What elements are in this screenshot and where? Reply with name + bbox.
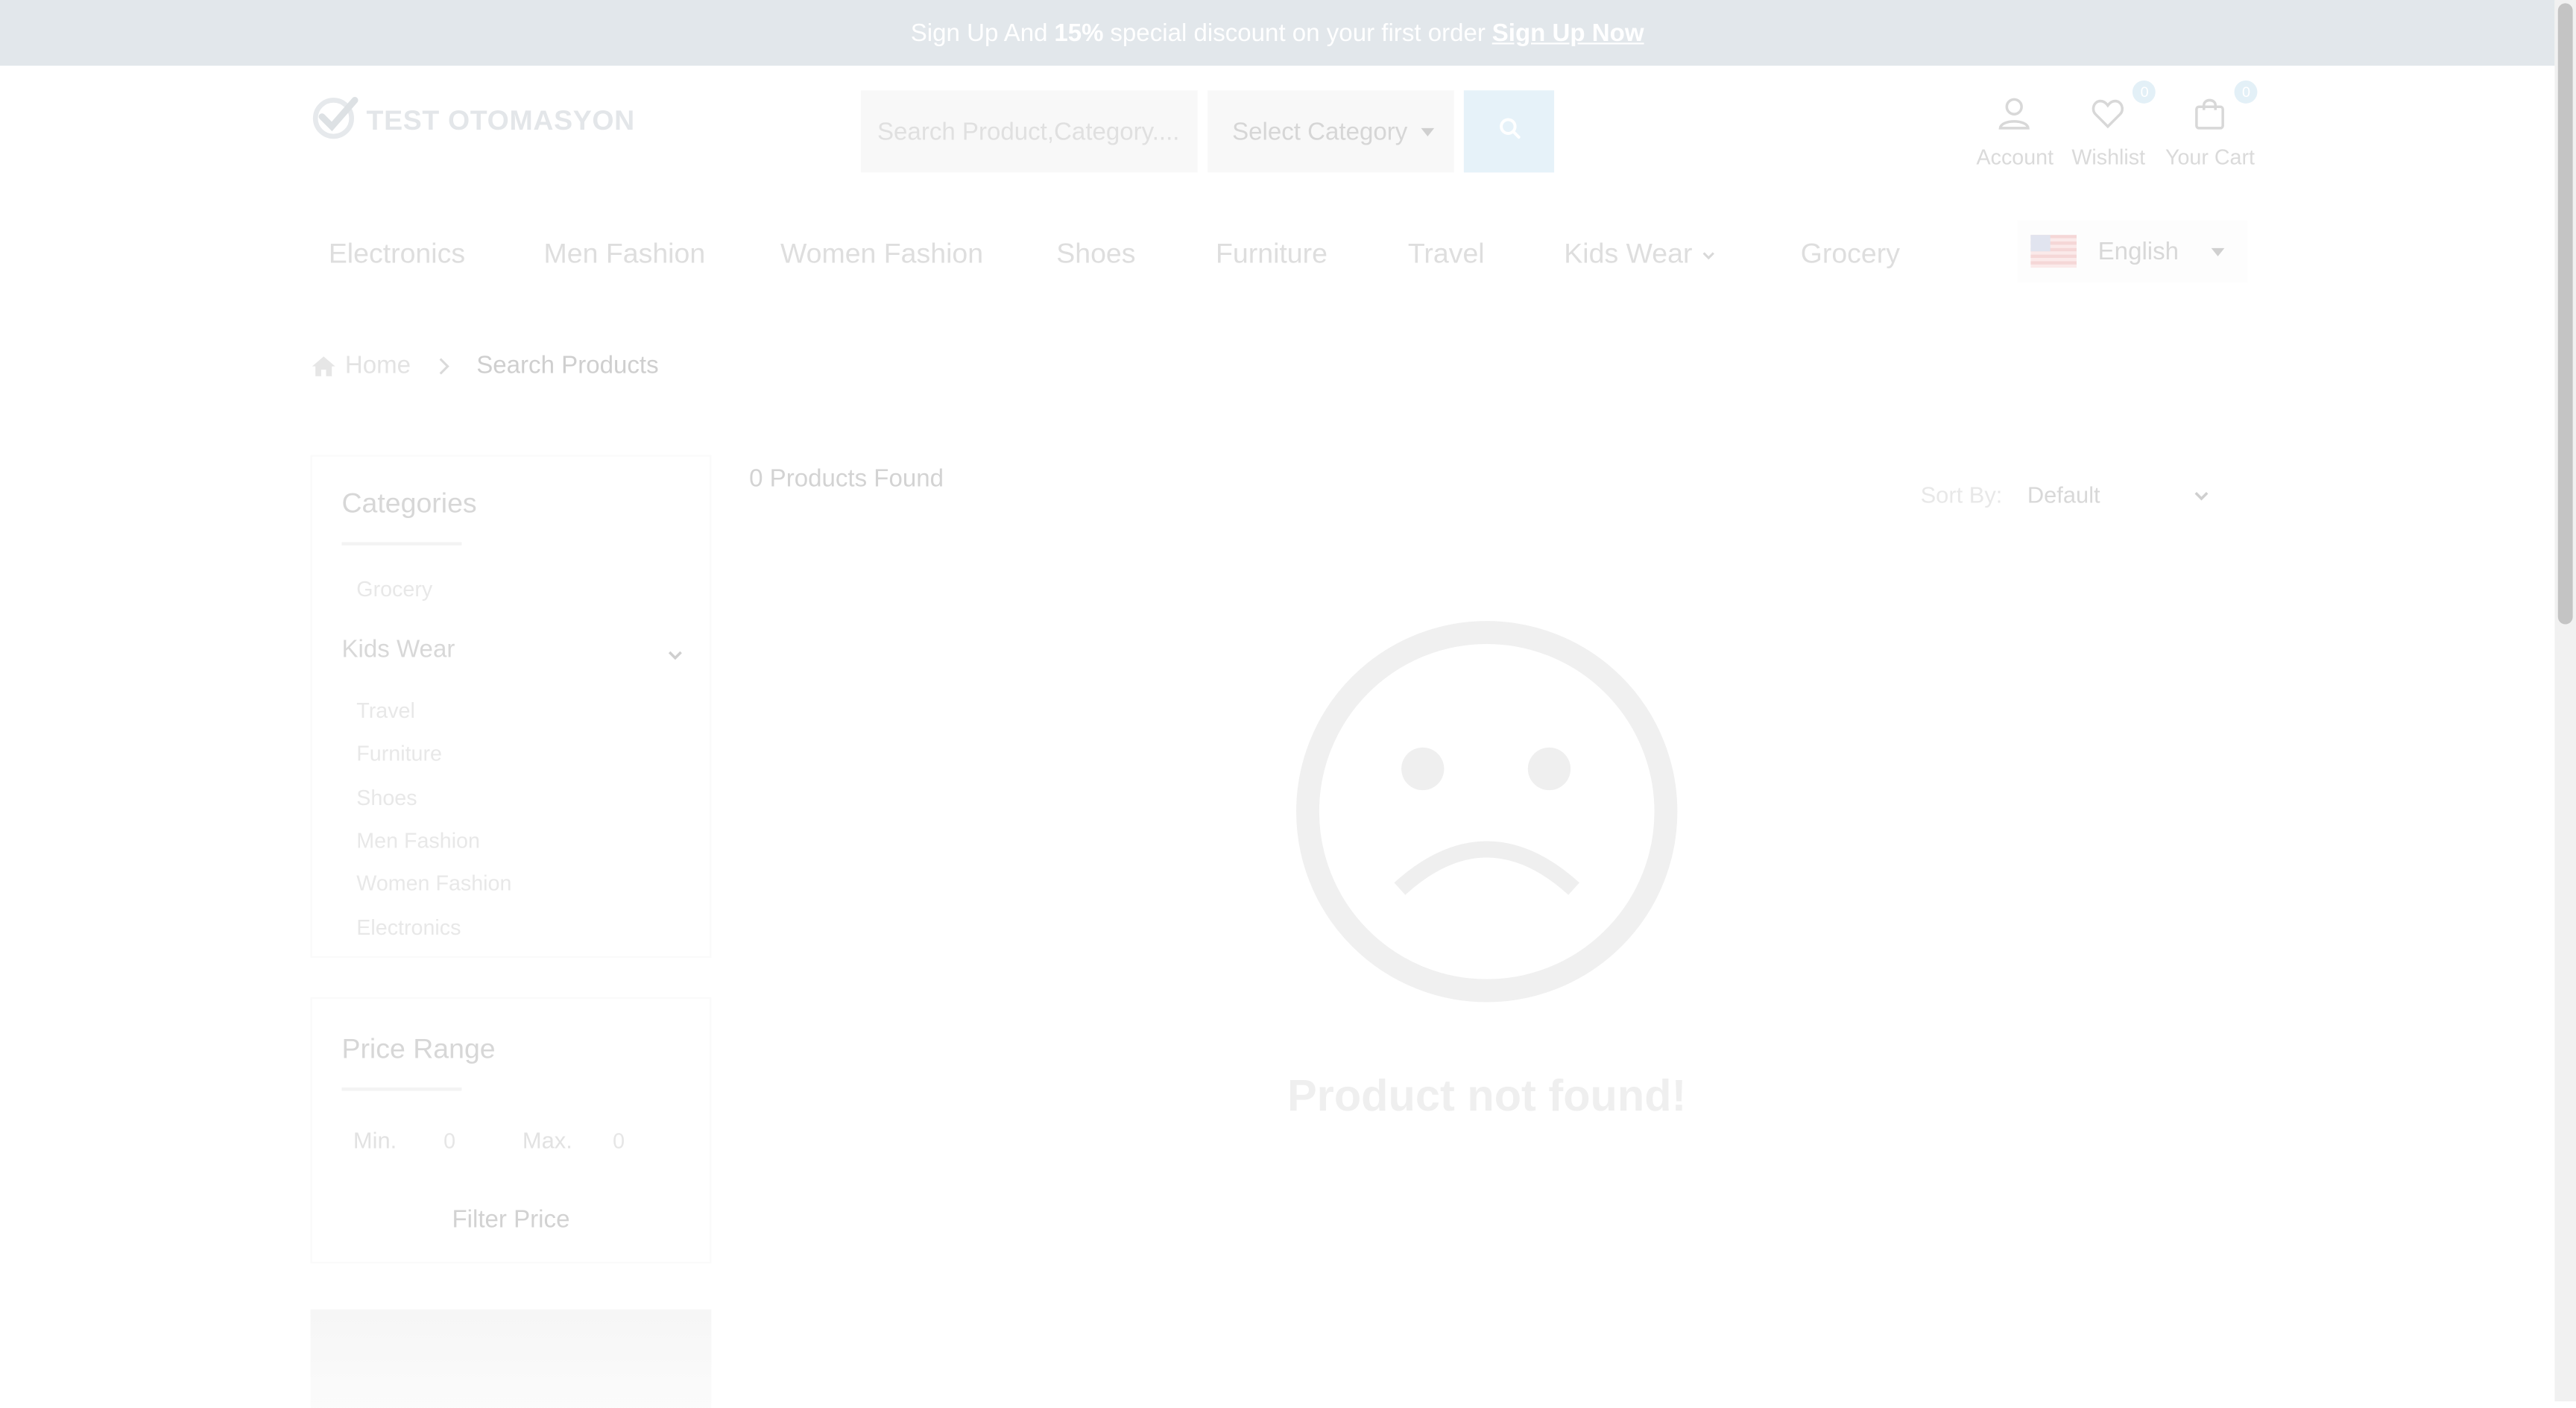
sort-select-value: Default <box>2027 481 2100 508</box>
min-label: Min. <box>353 1127 397 1154</box>
max-label: Max. <box>522 1127 572 1154</box>
nav-item-electronics[interactable]: Electronics <box>329 239 465 271</box>
category-travel[interactable]: Travel <box>356 698 415 723</box>
nav-item-travel[interactable]: Travel <box>1408 239 1485 271</box>
nav-item-kids-wear[interactable]: Kids Wear <box>1564 239 1717 271</box>
account-label: Account <box>1976 144 2054 170</box>
chevron-right-icon <box>437 356 450 375</box>
breadcrumb-home-label: Home <box>344 351 411 380</box>
cart-label: Your Cart <box>2165 144 2255 170</box>
categories-title: Categories <box>341 487 477 520</box>
price-range-panel: Price Range Min. 0 Max. 0 Filter Price <box>310 997 712 1263</box>
heart-icon: 0 <box>2090 80 2156 136</box>
main-nav: Electronics Men Fashion Women Fashion Sh… <box>329 239 1972 281</box>
page-scrollbar[interactable] <box>2554 0 2576 1402</box>
search-icon <box>1497 116 1521 147</box>
nav-item-grocery[interactable]: Grocery <box>1801 239 1900 271</box>
promo-banner[interactable] <box>310 1309 712 1408</box>
sign-up-link[interactable]: Sign Up Now <box>1492 19 1644 46</box>
filter-price-button[interactable]: Filter Price <box>312 1206 710 1234</box>
products-found-count: 0 Products Found <box>749 464 944 493</box>
cart-link[interactable]: 0 Your Cart <box>2165 80 2258 170</box>
announcement-suffix: special discount on your first order <box>1110 19 1486 47</box>
nav-item-furniture[interactable]: Furniture <box>1216 239 1328 271</box>
nav-item-shoes[interactable]: Shoes <box>1056 239 1135 271</box>
category-furniture[interactable]: Furniture <box>356 741 442 765</box>
site-logo[interactable]: TEST OTOMASYON <box>311 92 635 149</box>
account-link[interactable]: Account <box>1976 95 2054 170</box>
category-select[interactable]: Select Category <box>1208 90 1454 173</box>
category-grocery[interactable]: Grocery <box>356 577 432 602</box>
nav-item-women-fashion[interactable]: Women Fashion <box>780 239 983 271</box>
category-select-value: Select Category <box>1232 117 1408 146</box>
chevron-down-icon[interactable] <box>667 641 684 671</box>
search-input[interactable] <box>860 90 1198 173</box>
announcement-bar: Sign Up And 15% special discount on your… <box>0 0 2555 66</box>
nav-item-men-fashion[interactable]: Men Fashion <box>544 239 706 271</box>
scrollbar-thumb[interactable] <box>2557 3 2573 625</box>
home-icon <box>311 354 337 377</box>
wishlist-label: Wishlist <box>2071 144 2146 170</box>
wishlist-link[interactable]: 0 Wishlist <box>2071 80 2156 170</box>
category-electronics[interactable]: Electronics <box>356 915 461 940</box>
sad-face-icon <box>1291 616 1682 1016</box>
categories-panel: Categories Grocery Kids Wear Travel Furn… <box>310 455 712 958</box>
category-women-fashion[interactable]: Women Fashion <box>356 871 511 895</box>
caret-down-icon <box>2212 247 2225 256</box>
us-flag-icon <box>2030 235 2077 268</box>
min-price-input[interactable]: 0 <box>443 1128 455 1153</box>
announcement-prefix: Sign Up And <box>910 19 1048 47</box>
bag-icon: 0 <box>2192 80 2258 136</box>
caret-down-icon <box>1421 127 1435 136</box>
title-underline <box>341 1087 462 1091</box>
chevron-down-icon <box>1700 239 1717 270</box>
language-select[interactable]: English <box>2017 220 2248 283</box>
logo-check-icon <box>311 92 360 149</box>
search-bar: Select Category <box>860 90 1555 173</box>
max-price-input[interactable]: 0 <box>613 1128 625 1153</box>
breadcrumb-current: Search Products <box>476 351 659 380</box>
cart-count-badge: 0 <box>2235 80 2258 104</box>
title-underline <box>341 542 462 546</box>
price-range-title: Price Range <box>341 1033 496 1065</box>
breadcrumb-home[interactable]: Home <box>311 352 411 379</box>
product-not-found-message: Product not found! <box>1287 1071 1687 1121</box>
category-kids-wear[interactable]: Kids Wear <box>341 636 455 663</box>
breadcrumb: Home Search Products <box>311 352 659 379</box>
category-men-fashion[interactable]: Men Fashion <box>356 828 480 853</box>
announcement-discount: 15% <box>1054 19 1104 47</box>
logo-text: TEST OTOMASYON <box>366 104 635 136</box>
chevron-down-icon <box>2193 482 2209 508</box>
sort-select[interactable]: Default <box>2018 467 2223 523</box>
nav-item-kids-wear-label: Kids Wear <box>1564 238 1693 270</box>
language-label: English <box>2097 237 2179 265</box>
search-button[interactable] <box>1463 90 1555 173</box>
sort-label: Sort By: <box>1920 481 2003 508</box>
user-icon <box>1997 95 2033 136</box>
category-shoes[interactable]: Shoes <box>356 786 417 810</box>
wishlist-count-badge: 0 <box>2133 80 2156 104</box>
